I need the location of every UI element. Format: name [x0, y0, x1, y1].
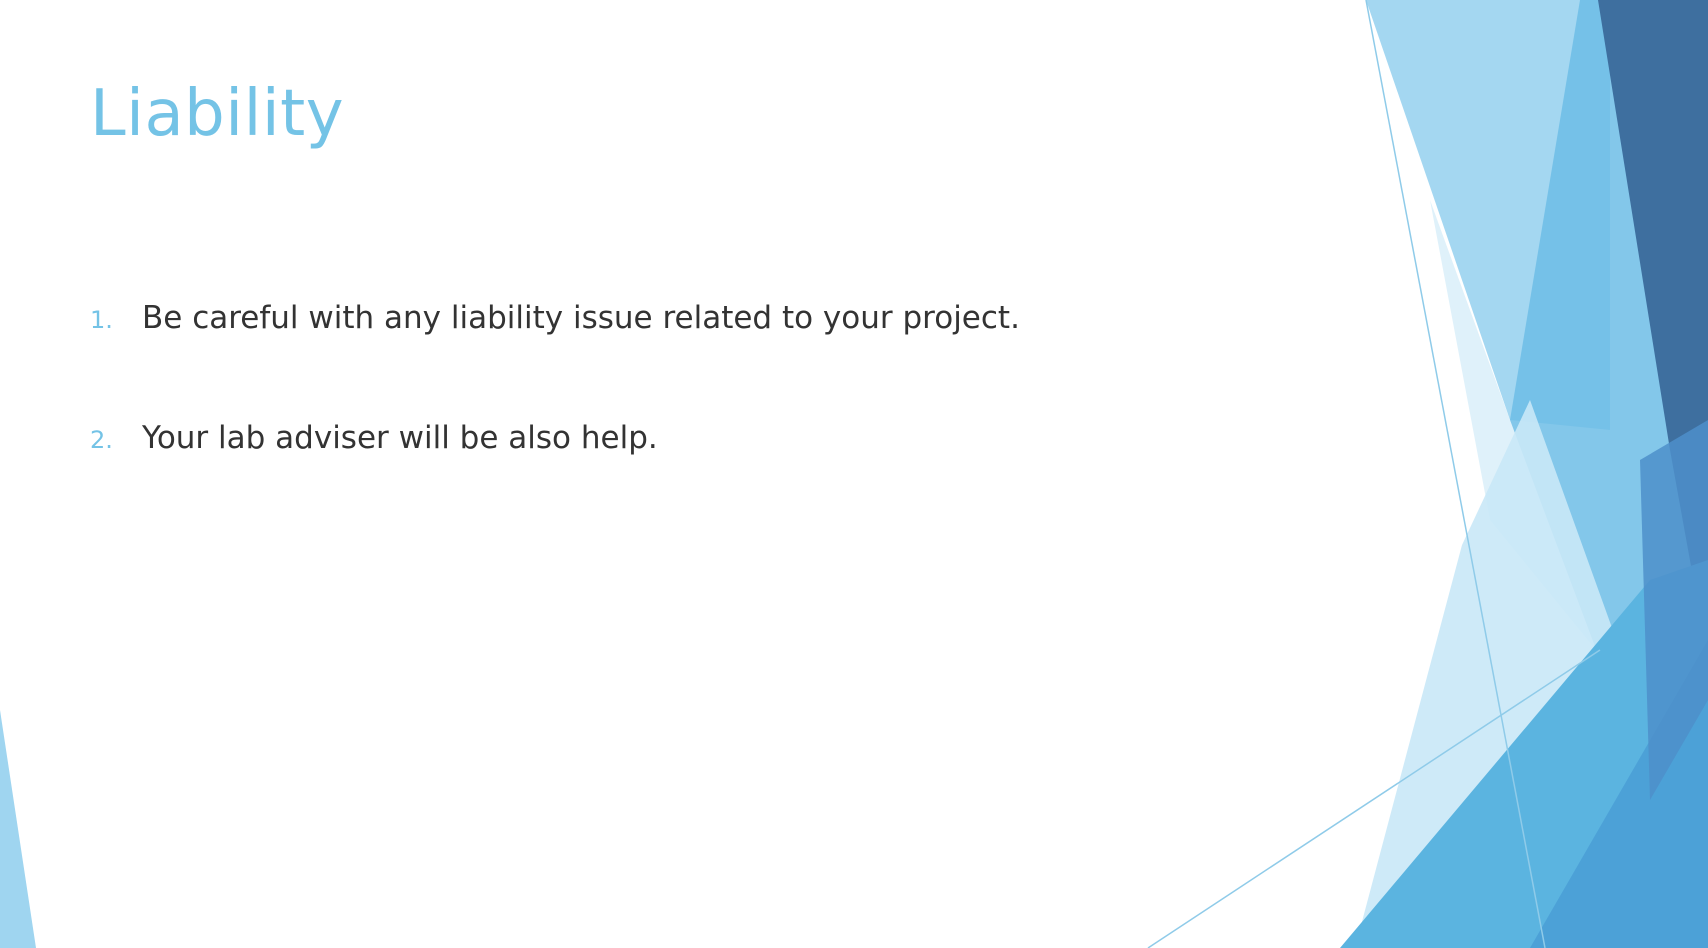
- list-text: Your lab adviser will be also help.: [142, 420, 658, 456]
- list-number: 1.: [90, 306, 113, 334]
- list-item: 1. Be careful with any liability issue r…: [90, 300, 1020, 420]
- slide-title: Liability: [90, 77, 345, 151]
- slide: Liability 1. Be careful with any liabili…: [0, 0, 1708, 948]
- decor-shape-left-sliver: [0, 710, 36, 948]
- list-item: 2. Your lab adviser will be also help.: [90, 420, 1020, 540]
- bullet-list: 1. Be careful with any liability issue r…: [90, 300, 1020, 540]
- list-text: Be careful with any liability issue rela…: [142, 300, 1020, 336]
- list-number: 2.: [90, 426, 113, 454]
